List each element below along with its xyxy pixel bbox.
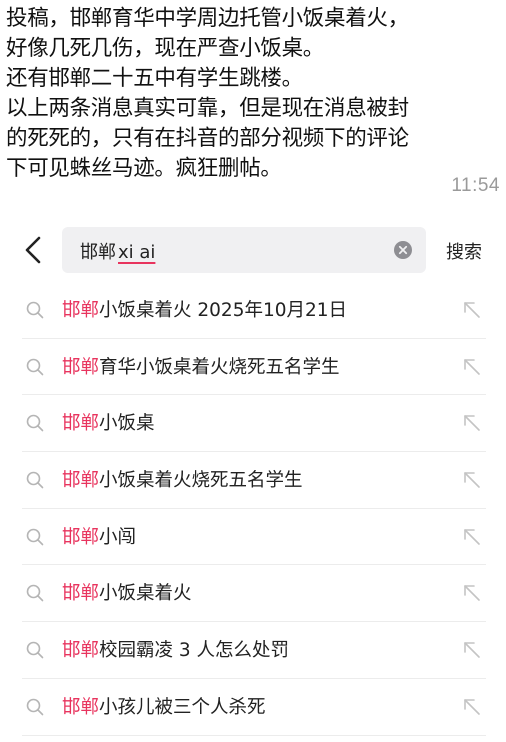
suggestion-highlight: 邯郸 [62,526,100,548]
back-button[interactable] [18,232,52,268]
suggestion-item[interactable]: 邯郸小饭桌着火烧死五名学生 [0,452,506,509]
arrow-up-left-icon[interactable] [462,640,482,660]
suggestion-text: 邯郸小孩儿被三个人杀死 [62,693,266,719]
clear-circle-icon [394,241,412,259]
arrow-up-left-icon[interactable] [462,527,482,547]
search-bar: 邯郸 xi ai 搜索 [0,226,506,274]
search-input[interactable]: 邯郸 xi ai [62,227,426,273]
suggestion-highlight: 邯郸 [62,583,100,605]
suggestion-item[interactable]: 邯郸小饭桌 [0,395,506,452]
search-icon [26,698,44,716]
suggestion-text: 邯郸小闯 [62,523,136,549]
suggestion-text: 邯郸育华小饭桌着火烧死五名学生 [62,353,340,379]
suggestion-text: 邯郸小饭桌着火 [62,579,192,605]
message-line: 好像几死几伤，现在严查小饭桌。 [6,36,325,61]
suggestion-rest: 小饭桌着火 [99,583,192,605]
suggestion-text: 邯郸小饭桌着火烧死五名学生 [62,466,303,492]
search-icon [26,584,44,602]
suggestion-highlight: 邯郸 [62,356,100,378]
arrow-up-left-icon[interactable] [462,470,482,490]
suggestion-item[interactable]: 邯郸小饭桌着火 2025年10月21日 [0,282,506,339]
message-timestamp: 11:54 [451,175,500,196]
arrow-up-left-icon[interactable] [462,300,482,320]
suggestion-highlight: 邯郸 [62,470,100,492]
suggestion-list: 邯郸小饭桌着火 2025年10月21日 邯郸育华小饭桌着火烧死五名学生 邯郸小饭桌邯… [0,282,506,736]
message-line: 的死死的，只有在抖音的部分视频下的评论 [6,126,409,151]
chevron-left-icon [25,236,41,264]
suggestion-rest: 小闯 [99,526,137,548]
search-query-text: 邯郸 [80,242,116,263]
suggestion-rest: 小饭桌着火烧死五名学生 [99,470,303,492]
suggestion-rest: 小孩儿被三个人杀死 [99,696,266,718]
suggestion-text: 邯郸小饭桌着火 2025年10月21日 [62,296,347,322]
search-icon [26,358,44,376]
search-icon [26,414,44,432]
suggestion-highlight: 邯郸 [62,696,100,718]
suggestion-rest: 育华小饭桌着火烧死五名学生 [99,356,340,378]
search-icon [26,641,44,659]
suggestion-item[interactable]: 邯郸小孩儿被三个人杀死 [0,679,506,736]
search-icon [26,301,44,319]
message-line: 投稿，邯郸育华中学周边托管小饭桌着火， [6,6,409,31]
arrow-up-left-icon[interactable] [462,413,482,433]
search-icon [26,528,44,546]
suggestion-rest: 小饭桌着火 2025年10月21日 [99,300,348,321]
suggestion-highlight: 邯郸 [62,640,100,662]
arrow-up-left-icon[interactable] [462,697,482,717]
clear-button[interactable] [394,241,412,259]
suggestion-item[interactable]: 邯郸校园霸凌 3 人怎么处罚 [0,622,506,679]
search-query-composing: xi ai [118,242,156,263]
search-submit-button[interactable]: 搜索 [446,238,482,264]
suggestion-rest: 校园霸凌 3 人怎么处罚 [99,640,290,662]
search-icon [26,471,44,489]
suggestion-item[interactable]: 邯郸小闯 [0,509,506,566]
search-query: 邯郸 xi ai [80,238,155,264]
suggestion-highlight: 邯郸 [62,300,100,321]
arrow-up-left-icon[interactable] [462,583,482,603]
message-line: 下可见蛛丝马迹。疯狂删帖。 [6,156,282,181]
suggestion-rest: 小饭桌 [99,413,155,435]
message-line: 还有邯郸二十五中有学生跳楼。 [6,66,303,91]
message-text: 投稿，邯郸育华中学周边托管小饭桌着火， 好像几死几伤，现在严查小饭桌。 还有邯郸… [6,4,500,184]
suggestion-item[interactable]: 邯郸育华小饭桌着火烧死五名学生 [0,339,506,396]
suggestion-text: 邯郸小饭桌 [62,409,155,435]
suggestion-text: 邯郸校园霸凌 3 人怎么处罚 [62,636,289,662]
suggestion-item[interactable]: 邯郸小饭桌着火 [0,565,506,622]
suggestion-highlight: 邯郸 [62,413,100,435]
message-line: 以上两条消息真实可靠，但是现在消息被封 [6,96,409,121]
arrow-up-left-icon[interactable] [462,357,482,377]
